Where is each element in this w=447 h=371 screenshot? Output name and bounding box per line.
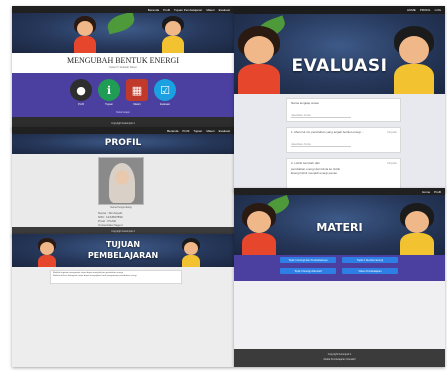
- books-icon: ▦: [131, 83, 143, 97]
- tujuan-page: TUJUAN PEMBELAJARAN Melalui kegiatan men…: [12, 234, 234, 367]
- menu-label-materi: Materi: [133, 103, 141, 106]
- question-text: 1. Menurut mu perubahan yang terjadi ber…: [291, 130, 364, 134]
- question-text: 2. Listrik berubah dari: [291, 161, 320, 165]
- evaluasi-title: EVALUASI: [291, 56, 388, 76]
- topic-3-button[interactable]: Topik 3 Energi Alternatif: [280, 268, 336, 274]
- menu-label-tujuan: Tujuan: [105, 103, 113, 106]
- home-title-area: MENGUBAH BENTUK ENERGI Kelas IV Sekolah …: [12, 53, 234, 73]
- profile-photo: [98, 157, 144, 205]
- footer-line: Copyright Kelompok 4: [327, 353, 352, 356]
- materi-hero-banner: MATERI: [234, 195, 445, 255]
- evaluasi-nav: HOME PROFIL LOG: [234, 6, 445, 14]
- menu-materi-button[interactable]: ▦: [126, 79, 148, 101]
- page-subtitle: Kelas IV Sekolah Dasar: [109, 66, 137, 69]
- info-icon: ℹ: [106, 83, 112, 97]
- profil-title: PROFIL: [104, 138, 142, 148]
- tujuan-title-line1: TUJUAN: [105, 240, 141, 249]
- materi-footer: Copyright Kelompok 4 Media Pembelajaran …: [234, 349, 445, 367]
- home-menu-section: ● Profil ℹ Tujuan ▦ Materi ☑ Evaluasi Mu…: [12, 73, 234, 117]
- home-page: Beranda Profil Tujuan Pembelajaran Mater…: [12, 6, 234, 130]
- question-card: 2. Listrik berubah dari 10 poin perubaha…: [286, 158, 401, 192]
- topic-1-button[interactable]: Topik 1 Energi dan Perubahannya: [280, 257, 336, 263]
- answer-option[interactable]: Energi listrik menjadi energi panas: [291, 171, 396, 175]
- menu-evaluasi-button[interactable]: ☑: [154, 79, 176, 101]
- video-button[interactable]: Video Pembelajaran: [342, 268, 398, 274]
- nav-item-materi[interactable]: Materi: [206, 129, 214, 133]
- tujuan-title-line2: PEMBELAJARAN: [87, 251, 159, 260]
- page-title: MENGUBAH BENTUK ENERGI: [67, 56, 179, 65]
- nav-item-profil[interactable]: Profil: [182, 129, 189, 133]
- evaluasi-form: Nama lengkap siswa Jawaban Anda 1. Menur…: [234, 94, 445, 192]
- tujuan-content: Melalui kegiatan mengamati siswa dapat m…: [12, 267, 234, 367]
- nav-item-beranda[interactable]: Beranda: [148, 8, 159, 12]
- nav-item-evaluasi[interactable]: Evaluasi: [219, 129, 230, 133]
- name-input[interactable]: Jawaban Anda: [291, 113, 351, 118]
- profil-page: Beranda Profil Tujuan Materi Evaluasi PR…: [12, 127, 234, 237]
- menu-label-profil: Profil: [78, 103, 84, 106]
- materi-topics-section: Topik 1 Energi dan Perubahannya Topik 2 …: [234, 255, 445, 281]
- nav-item-home[interactable]: Home: [422, 190, 430, 194]
- tujuan-hero-banner: TUJUAN PEMBELAJARAN: [12, 234, 234, 267]
- profil-content: Nama Pengembang Nama : Siti Aisyah NIM :…: [12, 154, 234, 231]
- nav-item-beranda[interactable]: Beranda: [167, 129, 178, 133]
- question-card: 1. Menurut mu perubahan yang terjadi ber…: [286, 127, 401, 153]
- nav-item-evaluasi[interactable]: Evaluasi: [219, 8, 230, 12]
- nav-item-tujuan[interactable]: Tujuan: [193, 129, 202, 133]
- menu-label-evaluasi: Evaluasi: [160, 103, 170, 106]
- question-card: Nama lengkap siswa Jawaban Anda: [286, 98, 401, 122]
- question-points: 10 poin: [387, 161, 397, 165]
- nav-item-log[interactable]: LOG: [435, 8, 441, 12]
- nav-item-materi[interactable]: Materi: [206, 8, 214, 12]
- footer-line: Media Pembelajaran Interaktif: [323, 358, 356, 361]
- profil-hero-banner: PROFIL: [12, 134, 234, 154]
- nav-item-home[interactable]: HOME: [407, 8, 416, 12]
- start-link[interactable]: Mulai belajar: [12, 111, 234, 114]
- nav-item-profil[interactable]: Profil: [163, 8, 170, 12]
- materi-nav: Home Profil: [234, 188, 445, 195]
- evaluasi-hero-banner: EVALUASI: [234, 14, 445, 94]
- home-hero-banner: [12, 13, 234, 53]
- person-icon: ●: [76, 83, 86, 97]
- tujuan-item: Melalui diskusi kelompok siswa dapat men…: [53, 275, 137, 277]
- tujuan-list-card: Melalui kegiatan mengamati siswa dapat m…: [50, 270, 182, 284]
- answer-input[interactable]: Jawaban Anda: [291, 142, 351, 147]
- leaf-decoration: [105, 13, 137, 35]
- question-points: 10 poin: [387, 130, 397, 134]
- nav-item-profil[interactable]: Profil: [434, 190, 441, 194]
- evaluasi-page: HOME PROFIL LOG EVALUASI Nama lengkap si…: [234, 6, 445, 192]
- nav-item-tujuan[interactable]: Tujuan Pembelajaran: [174, 8, 202, 12]
- question-label: Nama lengkap siswa: [291, 101, 319, 105]
- materi-blank-area: [234, 281, 445, 351]
- tujuan-item: Melalui kegiatan mengamati siswa dapat m…: [53, 272, 124, 274]
- nav-item-profil[interactable]: PROFIL: [420, 8, 431, 12]
- profile-photo-caption: Nama Pengembang: [110, 206, 132, 209]
- menu-profil-button[interactable]: ●: [70, 79, 92, 101]
- materi-page: Home Profil MATERI Topik 1 Energi dan Pe…: [234, 188, 445, 367]
- materi-title: MATERI: [316, 221, 363, 234]
- menu-tujuan-button[interactable]: ℹ: [98, 79, 120, 101]
- home-nav: Beranda Profil Tujuan Pembelajaran Mater…: [12, 6, 234, 13]
- checklist-icon: ☑: [160, 83, 170, 97]
- topic-2-button[interactable]: Topik 2 Sumber Energi: [342, 257, 398, 263]
- profil-nav: Beranda Profil Tujuan Materi Evaluasi: [12, 127, 234, 134]
